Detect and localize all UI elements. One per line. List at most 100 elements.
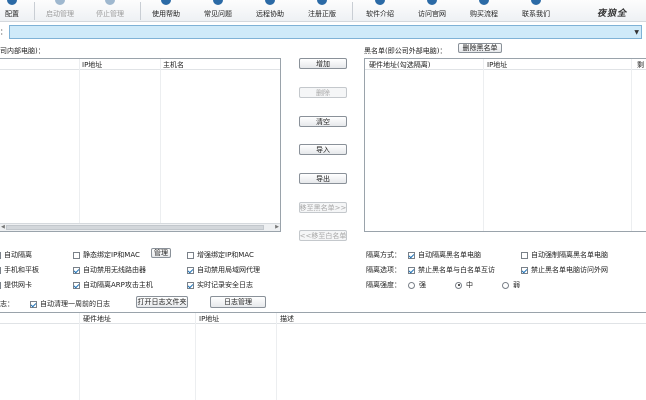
toolbar-remote-assist[interactable]: 远程协助 bbox=[252, 0, 288, 22]
realtime-security-log-checkbox[interactable]: 实时记录安全日志 bbox=[187, 280, 253, 290]
toolbar-config[interactable]: 配置 bbox=[0, 0, 24, 22]
toolbar-label: 注册正版 bbox=[308, 10, 336, 18]
toolbar-label: 常见问题 bbox=[204, 10, 232, 18]
option-label: 弱 bbox=[513, 281, 520, 289]
forbid-black-internet-checkbox[interactable]: 禁止黑名单电脑访问外网 bbox=[521, 265, 608, 275]
option-label: 禁止黑名单与白名单互访 bbox=[418, 266, 495, 274]
move-to-whitelist-button[interactable]: <<移至白名单 bbox=[299, 230, 347, 241]
export-button[interactable]: 导出 bbox=[299, 173, 347, 184]
column-header-hardware-address[interactable]: 硬件地址 bbox=[83, 314, 111, 324]
cart-icon bbox=[479, 0, 489, 5]
delete-button[interactable]: 删除 bbox=[299, 87, 347, 98]
toolbar-stop-management[interactable]: 停止管理 bbox=[92, 0, 128, 22]
option-label: 自动强制隔离黑名单电脑 bbox=[531, 251, 608, 259]
column-divider bbox=[195, 313, 196, 400]
column-divider bbox=[160, 59, 161, 231]
scroll-right-icon[interactable]: ▶ bbox=[275, 224, 279, 231]
phone-tablet-checkbox[interactable]: 手机和平板 bbox=[0, 265, 39, 275]
option-label: 自动隔离ARP攻击主机 bbox=[83, 281, 153, 289]
toolbar-faq[interactable]: 常见问题 bbox=[200, 0, 236, 22]
blacklist-table[interactable]: 硬件地址(勾选隔离) IP地址 剩 bbox=[364, 58, 646, 232]
toolbar-website[interactable]: 访问官网 bbox=[414, 0, 450, 22]
column-header-hostname[interactable]: 主机名 bbox=[163, 60, 184, 70]
internal-computer-table[interactable]: IP地址 主机名 ◀ ▶ bbox=[0, 58, 281, 232]
column-header-description[interactable]: 描述 bbox=[280, 314, 294, 324]
checkbox-box[interactable] bbox=[73, 281, 80, 289]
option-label: 自动禁用无线路由器 bbox=[83, 266, 146, 274]
open-log-folder-button[interactable]: 打开日志文件夹 bbox=[136, 296, 188, 308]
isolation-options-label: 隔离选项： bbox=[366, 266, 401, 274]
strength-medium-radio[interactable]: 中 bbox=[455, 280, 473, 290]
auto-isolate-blacklist-checkbox[interactable]: 自动隔离黑名单电脑 bbox=[408, 250, 481, 260]
move-to-blacklist-button[interactable]: 移至黑名单>> bbox=[299, 202, 347, 213]
log-table[interactable]: 硬件地址 IP地址 描述 bbox=[0, 312, 646, 400]
checkbox-box[interactable] bbox=[408, 266, 415, 274]
auto-isolate-checkbox[interactable]: 自动隔离 bbox=[0, 250, 32, 260]
isolation-mode-label: 隔离方式： bbox=[366, 251, 401, 259]
option-label: 自动禁用局域网代理 bbox=[197, 266, 260, 274]
manage-binding-button[interactable]: 管理 bbox=[151, 248, 171, 258]
toolbar-about-software[interactable]: 软件介绍 bbox=[362, 0, 398, 22]
play-icon bbox=[55, 0, 65, 5]
stop-icon bbox=[105, 0, 115, 5]
disable-wireless-router-checkbox[interactable]: 自动禁用无线路由器 bbox=[73, 265, 146, 275]
checkbox-box[interactable] bbox=[73, 266, 80, 274]
horizontal-scrollbar[interactable]: ◀ ▶ bbox=[0, 223, 280, 231]
network-adapter-select[interactable]: ▼ bbox=[9, 25, 642, 39]
add-button[interactable]: 增加 bbox=[299, 58, 347, 69]
multi-nic-checkbox[interactable]: 提供网卡 bbox=[0, 280, 32, 290]
toolbar-divider bbox=[352, 2, 353, 20]
column-header-ip[interactable]: IP地址 bbox=[82, 60, 102, 70]
import-button[interactable]: 导入 bbox=[299, 144, 347, 155]
disable-lan-proxy-checkbox[interactable]: 自动禁用局域网代理 bbox=[187, 265, 260, 275]
checkbox-box[interactable] bbox=[408, 251, 415, 259]
column-divider bbox=[79, 313, 80, 400]
toolbar-label: 购买流程 bbox=[470, 10, 498, 18]
delete-blacklist-button[interactable]: 删除黑名单 bbox=[458, 43, 502, 53]
log-management-button[interactable]: 日志管理 bbox=[210, 296, 266, 308]
radio-circle[interactable] bbox=[502, 281, 509, 289]
forbid-black-white-access-checkbox[interactable]: 禁止黑名单与白名单互访 bbox=[408, 265, 495, 275]
toolbar-start-management[interactable]: 启动管理 bbox=[42, 0, 78, 22]
checkbox-box[interactable] bbox=[187, 281, 194, 289]
radio-circle[interactable] bbox=[455, 281, 462, 289]
info-icon bbox=[375, 0, 385, 5]
blacklist-caption: 黑名单(即公司外部电脑)： bbox=[364, 47, 447, 55]
option-label: 强 bbox=[419, 281, 426, 289]
column-header-remaining[interactable]: 剩 bbox=[637, 60, 644, 70]
toolbar-help[interactable]: 使用帮助 bbox=[148, 0, 184, 22]
auto-clear-log-checkbox[interactable]: 自动清理一周前的日志 bbox=[30, 299, 110, 309]
column-header-hardware-address[interactable]: 硬件地址(勾选隔离) bbox=[369, 60, 430, 70]
toolbar-label: 使用帮助 bbox=[152, 10, 180, 18]
toolbar-label: 联系我们 bbox=[522, 10, 550, 18]
static-bind-checkbox[interactable]: 静态绑定IP和MAC bbox=[73, 250, 140, 260]
toolbar-divider bbox=[34, 2, 35, 20]
clear-button[interactable]: 清空 bbox=[299, 116, 347, 127]
checkbox-box[interactable] bbox=[187, 251, 194, 259]
column-header-ip[interactable]: IP地址 bbox=[487, 60, 507, 70]
toolbar-register[interactable]: 注册正版 bbox=[304, 0, 340, 22]
filter-label: ： bbox=[0, 28, 7, 36]
help-icon bbox=[161, 0, 171, 5]
radio-circle[interactable] bbox=[408, 281, 415, 289]
checkbox-box[interactable] bbox=[73, 251, 80, 259]
checkbox-box[interactable] bbox=[0, 251, 1, 259]
scroll-left-icon[interactable]: ◀ bbox=[1, 224, 5, 231]
enhanced-bind-checkbox[interactable]: 增强绑定IP和MAC bbox=[187, 250, 254, 260]
isolate-arp-attacker-checkbox[interactable]: 自动隔离ARP攻击主机 bbox=[73, 280, 153, 290]
column-header-ip[interactable]: IP地址 bbox=[199, 314, 219, 324]
scroll-thumb[interactable] bbox=[6, 225, 264, 230]
checkbox-box[interactable] bbox=[187, 266, 194, 274]
checkbox-box[interactable] bbox=[30, 300, 37, 308]
main-toolbar: 配置 启动管理 停止管理 使用帮助 常见问题 远程协助 注册正版 软件介绍 访问… bbox=[0, 0, 646, 22]
checkbox-box[interactable] bbox=[521, 251, 528, 259]
toolbar-purchase[interactable]: 购买流程 bbox=[466, 0, 502, 22]
strength-strong-radio[interactable]: 强 bbox=[408, 280, 426, 290]
force-isolate-blacklist-checkbox[interactable]: 自动强制隔离黑名单电脑 bbox=[521, 250, 608, 260]
chevron-down-icon[interactable]: ▼ bbox=[634, 29, 639, 36]
checkbox-box[interactable] bbox=[0, 266, 1, 274]
checkbox-box[interactable] bbox=[521, 266, 528, 274]
strength-weak-radio[interactable]: 弱 bbox=[502, 280, 520, 290]
toolbar-contact[interactable]: 联系我们 bbox=[518, 0, 554, 22]
checkbox-box[interactable] bbox=[0, 281, 1, 289]
